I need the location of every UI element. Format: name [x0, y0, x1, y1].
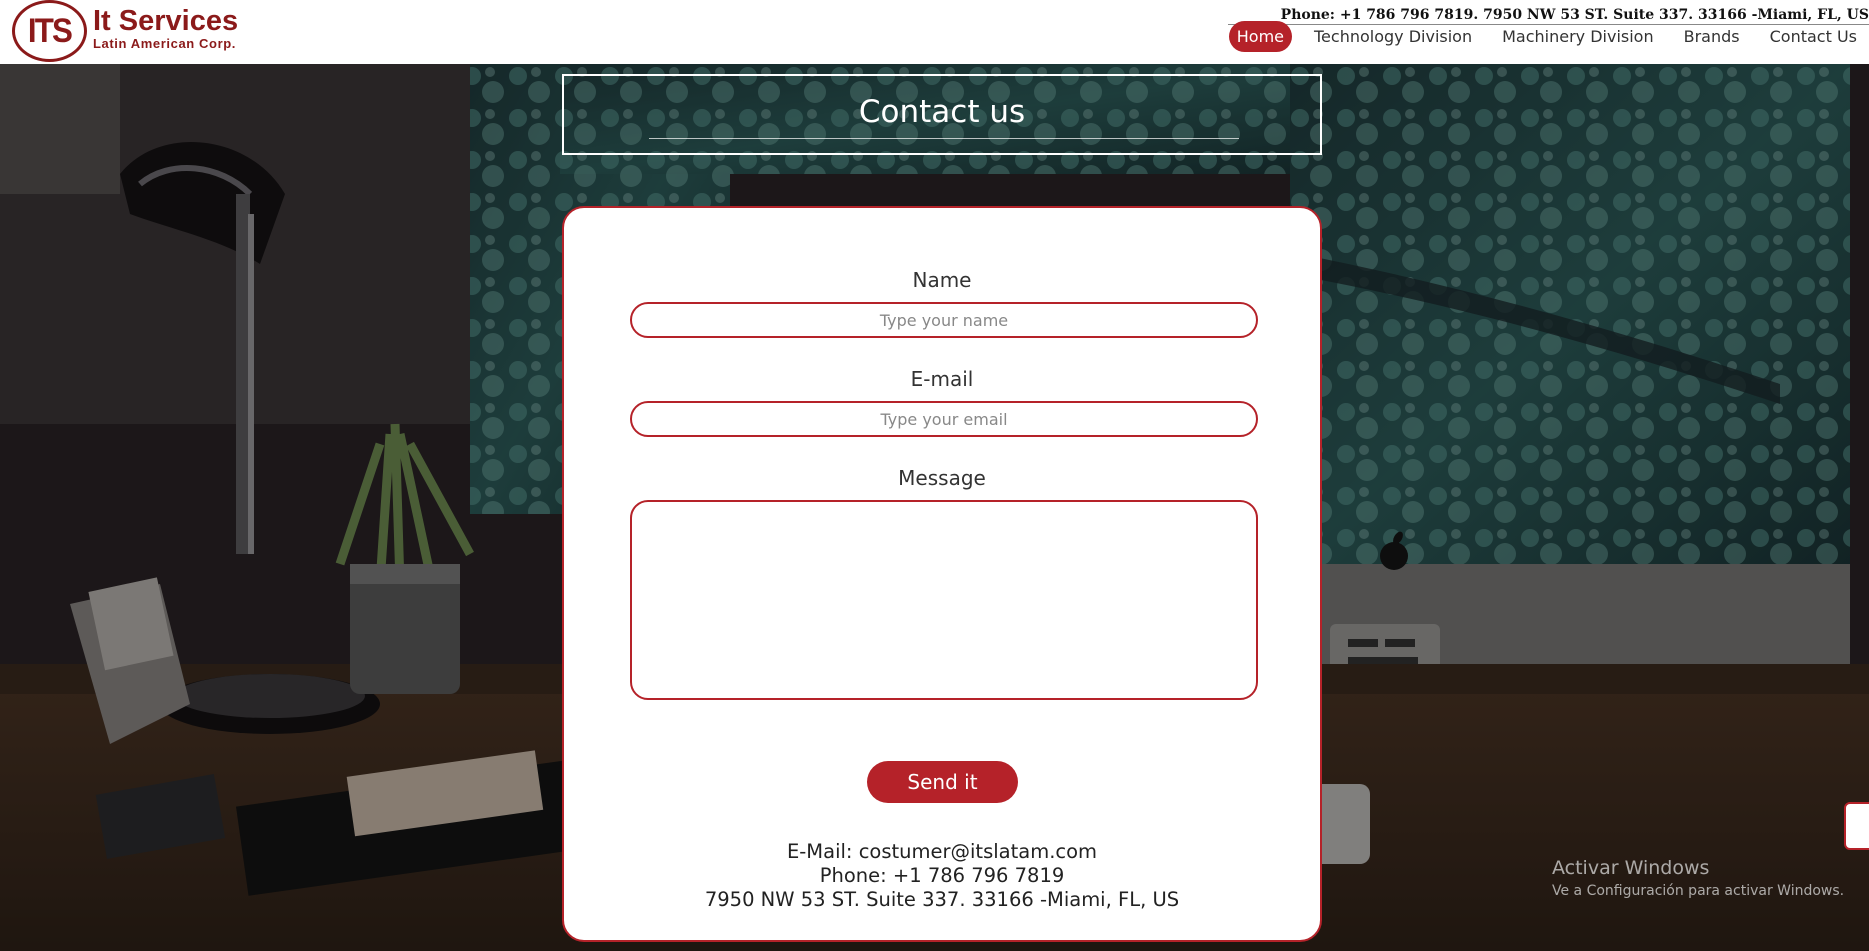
windows-activation-subtitle: Ve a Configuración para activar Windows.	[1552, 883, 1845, 899]
nav-item-machinery-division[interactable]: Machinery Division	[1494, 21, 1662, 52]
brand-subtitle: Latin American Corp.	[93, 36, 236, 51]
name-input[interactable]	[630, 302, 1258, 338]
nav-item-contact-us[interactable]: Contact Us	[1762, 21, 1865, 52]
send-button[interactable]: Send it	[867, 761, 1018, 803]
contact-form-card: Name E-mail Message Send it E-Mail: cost…	[562, 206, 1322, 942]
its-logo-icon[interactable]: ITS	[12, 0, 87, 62]
contact-address-line: 7950 NW 53 ST. Suite 337. 33166 -Miami, …	[704, 888, 1180, 911]
brand-name[interactable]: It Services	[93, 6, 238, 36]
contact-phone-line: Phone: +1 786 796 7819	[819, 864, 1065, 887]
main-nav: Home Technology Division Machinery Divis…	[1215, 21, 1865, 52]
email-input[interactable]	[630, 401, 1258, 437]
title-underline	[649, 138, 1239, 139]
email-label: E-mail	[910, 367, 974, 391]
site-header: ITS It Services Latin American Corp. Pho…	[0, 0, 1869, 64]
nav-item-brands[interactable]: Brands	[1676, 21, 1748, 52]
nav-item-technology-division[interactable]: Technology Division	[1306, 21, 1480, 52]
side-edge-tab[interactable]	[1844, 802, 1869, 850]
message-label: Message	[898, 466, 986, 490]
page-title: Contact us	[858, 93, 1026, 130]
logo-text: ITS	[27, 11, 73, 50]
nav-item-home[interactable]: Home	[1228, 21, 1292, 52]
contact-title-box: Contact us	[562, 74, 1322, 155]
contact-email-line: E-Mail: costumer@itslatam.com	[786, 840, 1098, 863]
name-label: Name	[912, 268, 972, 292]
windows-activation-title: Activar Windows	[1552, 857, 1710, 879]
message-textarea[interactable]	[630, 500, 1258, 700]
